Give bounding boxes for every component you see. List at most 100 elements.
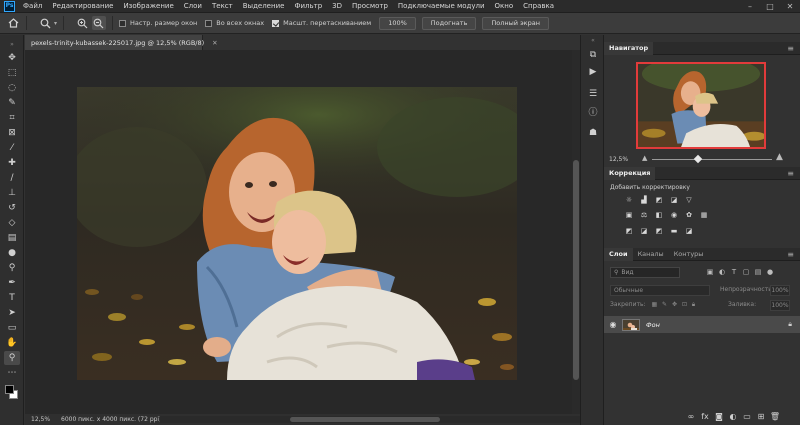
tab-navigator[interactable]: Навигатор [604, 41, 654, 55]
navigator-zoom-slider[interactable] [652, 159, 772, 160]
menu-filter[interactable]: Фильтр [289, 2, 327, 10]
filter-type-icon[interactable]: T [728, 268, 740, 276]
panel-collapse-icon[interactable]: » [4, 41, 20, 48]
threshold-icon[interactable]: ◩ [654, 226, 664, 235]
checkbox-box-checked[interactable] [272, 19, 280, 27]
close-icon[interactable]: ✕ [212, 39, 217, 47]
rectangle-tool-icon[interactable]: ▭ [4, 321, 20, 335]
layer-row[interactable]: ◉ Фон 🔒︎ [604, 316, 800, 333]
fill-screen-button[interactable]: Полный экран [482, 16, 549, 30]
levels-icon[interactable]: ▟ [639, 195, 649, 204]
filter-smart-icon[interactable]: ▤ [752, 268, 764, 276]
exposure-icon[interactable]: ◪ [669, 195, 679, 204]
menu-window[interactable]: Окно [490, 2, 519, 10]
zoom-in-icon[interactable] [76, 16, 90, 30]
eyedropper-tool-icon[interactable]: ⁄ [4, 141, 20, 155]
clone-stamp-tool-icon[interactable]: ⊥ [4, 186, 20, 200]
menu-type[interactable]: Текст [207, 2, 238, 10]
blend-mode-select[interactable]: Обычные [610, 285, 710, 296]
color-swatches-icon[interactable] [4, 385, 20, 399]
vibrance-icon[interactable]: ▽ [684, 195, 694, 204]
layer-filter-select[interactable]: ⚲ Вид [610, 267, 680, 278]
new-group-icon[interactable]: ▭ [740, 412, 754, 421]
color-balance-icon[interactable]: ⚖ [639, 210, 649, 219]
fit-screen-button[interactable]: Подогнать [421, 16, 477, 30]
pen-tool-icon[interactable]: ✒ [4, 276, 20, 290]
add-mask-icon[interactable]: ◙ [712, 412, 726, 421]
people-icon[interactable]: ☗ [586, 126, 600, 140]
tab-channels[interactable]: Каналы [633, 248, 669, 261]
layer-style-icon[interactable]: fx [698, 412, 712, 421]
status-doc-info[interactable]: 6000 пикс. x 4000 пикс. (72 ppi) [61, 416, 161, 423]
move-tool-icon[interactable]: ✥ [4, 51, 20, 65]
menu-3d[interactable]: 3D [327, 2, 347, 10]
eraser-tool-icon[interactable]: ◇ [4, 216, 20, 230]
gradient-map-icon[interactable]: ▬ [669, 226, 679, 235]
new-adjustment-icon[interactable]: ◐ [726, 412, 740, 421]
zoom-out-mountain-icon[interactable]: ▲ [642, 154, 647, 162]
frame-tool-icon[interactable]: ⊠ [4, 126, 20, 140]
menu-file[interactable]: Файл [18, 2, 47, 10]
history-brush-tool-icon[interactable]: ↺ [4, 201, 20, 215]
invert-icon[interactable]: ◩ [624, 226, 634, 235]
crop-tool-icon[interactable]: ⌗ [4, 111, 20, 125]
type-tool-icon[interactable]: T [4, 291, 20, 305]
minimize-icon[interactable]: – [740, 0, 760, 13]
status-zoom[interactable]: 12,5% [31, 416, 55, 423]
home-icon[interactable] [6, 16, 20, 30]
menu-layers[interactable]: Слои [179, 2, 207, 10]
opacity-input[interactable]: 100% [770, 285, 790, 296]
color-lookup-icon[interactable]: ▦ [699, 210, 709, 219]
navigator-zoom-handle[interactable] [693, 154, 703, 164]
quick-selection-tool-icon[interactable]: ✎ [4, 96, 20, 110]
layer-name[interactable]: Фон [646, 321, 660, 329]
black-white-icon[interactable]: ◧ [654, 210, 664, 219]
brightness-icon[interactable]: ☼ [624, 195, 634, 204]
history-icon[interactable]: ⧉ [586, 48, 600, 62]
navigator-zoom-value[interactable]: 12,5% [609, 156, 628, 163]
marquee-tool-icon[interactable]: ⬚ [4, 66, 20, 80]
hue-saturation-icon[interactable]: ▣ [624, 210, 634, 219]
filter-pixel-icon[interactable]: ▣ [704, 268, 716, 276]
menu-help[interactable]: Справка [518, 2, 559, 10]
lock-all-icon[interactable]: 🔒︎ [692, 301, 695, 308]
new-layer-icon[interactable]: ⊞ [754, 412, 768, 421]
menu-view[interactable]: Просмотр [347, 2, 393, 10]
resize-windows-checkbox[interactable]: Настр. размер окон [119, 19, 197, 27]
path-selection-tool-icon[interactable]: ➤ [4, 306, 20, 320]
filter-toggle-icon[interactable]: ● [764, 268, 776, 276]
horizontal-scroll-thumb[interactable] [290, 417, 440, 422]
delete-layer-icon[interactable]: 🗑︎ [768, 412, 782, 421]
dodge-tool-icon[interactable]: ⚲ [4, 261, 20, 275]
vertical-scroll-thumb[interactable] [573, 160, 579, 380]
more-tools-icon[interactable]: ⋯ [4, 366, 20, 380]
zoom-in-mountain-icon[interactable]: ▲ [776, 152, 783, 162]
link-layers-icon[interactable]: ∞ [684, 412, 698, 421]
chevron-down-icon[interactable]: ▾ [54, 20, 57, 27]
selective-color-icon[interactable]: ◪ [684, 226, 694, 235]
lock-position-icon[interactable]: ✥ [672, 301, 677, 308]
maximize-icon[interactable]: □ [760, 0, 780, 13]
blur-tool-icon[interactable]: ● [4, 246, 20, 260]
fill-input[interactable]: 100% [770, 300, 790, 311]
zoom-tool-icon[interactable]: ⚲ [4, 351, 20, 365]
menu-plugins[interactable]: Подключаемые модули [393, 2, 490, 10]
brush-tool-icon[interactable]: ∕ [4, 171, 20, 185]
posterize-icon[interactable]: ◪ [639, 226, 649, 235]
curves-icon[interactable]: ◩ [654, 195, 664, 204]
navigator-view-frame[interactable] [636, 62, 766, 149]
checkbox-box[interactable] [119, 19, 127, 27]
photoshop-logo-icon[interactable]: Ps [4, 0, 15, 12]
gradient-tool-icon[interactable]: ▤ [4, 231, 20, 245]
zoom-tool-icon[interactable] [39, 16, 53, 30]
all-windows-checkbox[interactable]: Во всех окнах [205, 19, 264, 27]
filter-shape-icon[interactable]: ▢ [740, 268, 752, 276]
actions-play-icon[interactable]: ▶ [586, 65, 600, 79]
close-icon[interactable]: ✕ [780, 0, 800, 13]
photo-filter-icon[interactable]: ◉ [669, 210, 679, 219]
eye-icon[interactable]: ◉ [604, 320, 622, 329]
checkbox-box[interactable] [205, 19, 213, 27]
zoom-out-icon[interactable] [92, 16, 107, 30]
channel-mixer-icon[interactable]: ✿ [684, 210, 694, 219]
info-icon[interactable]: ⓘ [586, 104, 600, 118]
